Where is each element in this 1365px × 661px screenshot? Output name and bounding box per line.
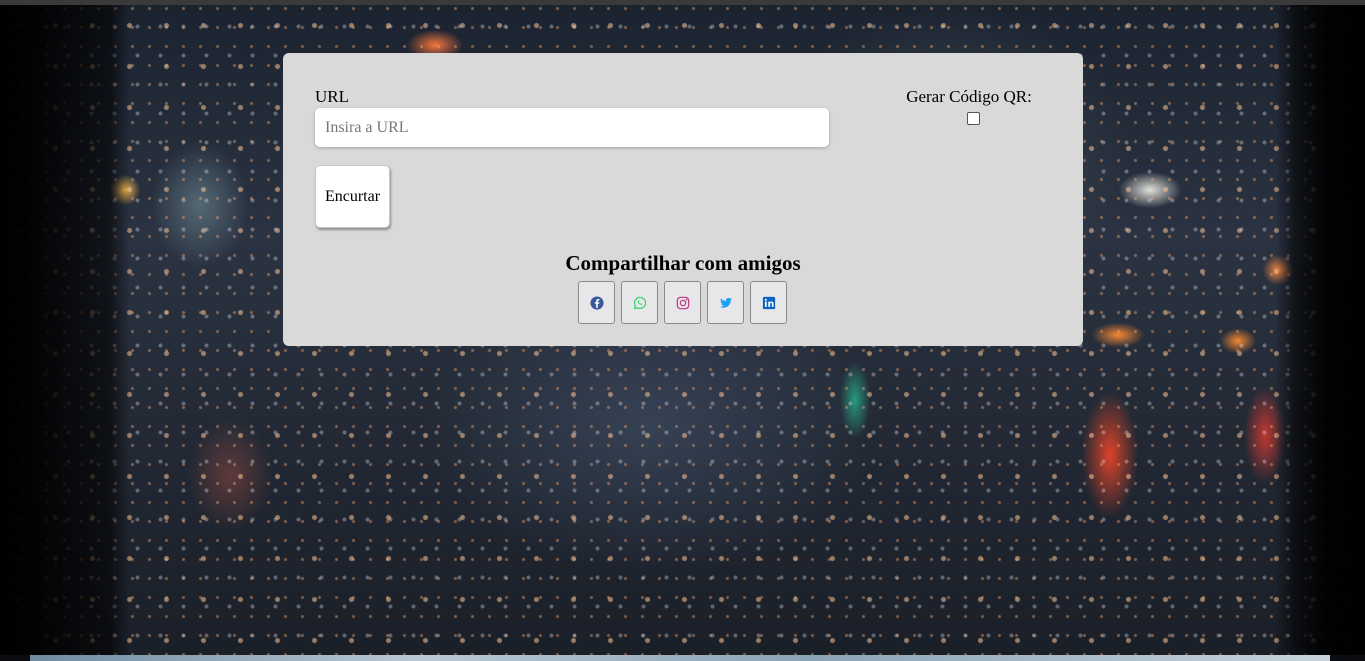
qr-option: Gerar Código QR: xyxy=(903,87,1035,130)
shortener-card: URL Encurtar Gerar Código QR: Compartilh… xyxy=(283,53,1083,346)
share-twitter-button[interactable] xyxy=(707,281,744,324)
twitter-icon xyxy=(719,297,732,308)
share-whatsapp-button[interactable] xyxy=(621,281,658,324)
url-input[interactable] xyxy=(315,108,829,147)
qr-label: Gerar Código QR: xyxy=(906,87,1032,106)
url-label: URL xyxy=(315,87,349,106)
facebook-icon xyxy=(589,295,604,310)
share-instagram-button[interactable] xyxy=(664,281,701,324)
shorten-button[interactable]: Encurtar xyxy=(315,165,390,228)
bottom-strip xyxy=(30,655,1330,661)
instagram-icon xyxy=(676,296,689,309)
share-linkedin-button[interactable] xyxy=(750,281,787,324)
share-facebook-button[interactable] xyxy=(578,281,615,324)
qr-checkbox[interactable] xyxy=(966,112,980,125)
linkedin-icon xyxy=(762,296,775,309)
share-title: Compartilhar com amigos xyxy=(565,251,801,275)
whatsapp-icon xyxy=(633,296,646,309)
share-buttons xyxy=(578,281,787,325)
